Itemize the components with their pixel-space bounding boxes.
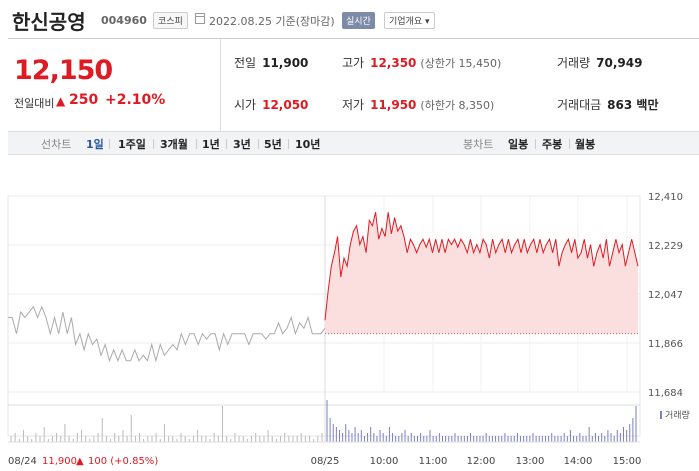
up-arrow-icon: ▲ <box>56 94 66 108</box>
intraday-chart[interactable]: 12,410 12,229 12,047 11,866 11,684 거래량 08/25 10… <box>0 180 699 471</box>
price-summary: 12,150 전일대비 ▲ 250 +2.10% 전일 11,900 고가 12,3… <box>8 39 699 131</box>
x-tick-label: 10:00 <box>370 456 399 467</box>
date-text: 2022.08.25 기준(장마감) <box>209 15 335 28</box>
x-tick-label: 11:00 <box>419 456 448 467</box>
period-3m[interactable]: 3개월 <box>160 136 188 152</box>
divider <box>226 139 227 149</box>
chevron-down-icon: ▾ <box>425 17 430 27</box>
x-tick-label: 14:00 <box>564 456 593 467</box>
divider <box>220 39 221 131</box>
period-3y[interactable]: 3년 <box>233 136 251 152</box>
change-label: 전일대비 <box>14 97 55 110</box>
low-cell: 저가 11,950 (하한가 8,350) <box>342 98 495 112</box>
period-10y[interactable]: 10년 <box>295 136 320 152</box>
amount-cell: 거래대금 863 백만 <box>557 98 659 112</box>
y-tick-label: 12,410 <box>648 192 683 203</box>
open-cell: 시가 12,050 <box>234 98 309 112</box>
stock-header: 한신공영 004960 코스피 2022.08.25 기준(장마감) 실시간 기… <box>0 0 699 40</box>
x-tick-label: 13:00 <box>516 456 545 467</box>
divider <box>535 139 536 149</box>
high-cell: 고가 12,350 (상한가 15,450) <box>342 56 502 70</box>
period-1d[interactable]: 1일 <box>86 136 104 152</box>
period-5y[interactable]: 5년 <box>264 136 282 152</box>
divider <box>258 139 259 149</box>
prev-day-close: 11,900 <box>42 456 77 467</box>
divider <box>196 139 197 149</box>
calendar-icon <box>195 13 205 24</box>
period-bar: 선차트 1일 1주일 3개월 1년 3년 5년 10년 봉차트 일봉 주봉 월봉 <box>8 131 699 155</box>
candle-daily[interactable]: 일봉 <box>508 136 528 152</box>
up-arrow-icon: ▲ <box>76 456 84 467</box>
divider <box>569 139 570 149</box>
prev-day-line <box>8 305 326 363</box>
line-chart-label: 선차트 <box>41 138 72 151</box>
volume-legend-swatch <box>660 411 662 419</box>
divider <box>153 139 154 149</box>
y-tick-label: 11,684 <box>648 388 683 399</box>
change-value: 250 <box>69 92 99 108</box>
x-tick-label: 08/25 <box>311 456 340 467</box>
volume-legend-label: 거래량 <box>665 409 690 421</box>
y-tick-label: 12,229 <box>648 241 683 252</box>
prev-day-change: 100 (+0.85%) <box>88 456 158 467</box>
candle-monthly[interactable]: 월봉 <box>575 136 595 152</box>
stock-code: 004960 <box>101 14 147 27</box>
divider <box>109 139 110 149</box>
current-price: 12,150 <box>14 55 113 86</box>
market-badge: 코스피 <box>153 12 188 29</box>
realtime-button[interactable]: 실시간 <box>342 12 375 29</box>
candle-chart-label: 봉차트 <box>463 138 494 151</box>
prev-day-date: 08/24 <box>8 456 37 467</box>
change-percent: +2.10% <box>105 92 166 108</box>
x-tick-label: 12:00 <box>467 456 496 467</box>
volume-cell: 거래량 70,949 <box>557 56 643 70</box>
company-overview-button[interactable]: 기업개요 ▾ <box>384 12 435 29</box>
x-tick-label: 15:00 <box>613 456 642 467</box>
divider <box>288 139 289 149</box>
y-tick-label: 12,047 <box>648 290 683 301</box>
period-1y[interactable]: 1년 <box>202 136 220 152</box>
stock-name: 한신공영 <box>12 10 86 34</box>
prev-close-cell: 전일 11,900 <box>234 56 309 70</box>
period-1w[interactable]: 1주일 <box>118 136 146 152</box>
y-tick-label: 11,866 <box>648 339 683 350</box>
candle-weekly[interactable]: 주봉 <box>542 136 562 152</box>
